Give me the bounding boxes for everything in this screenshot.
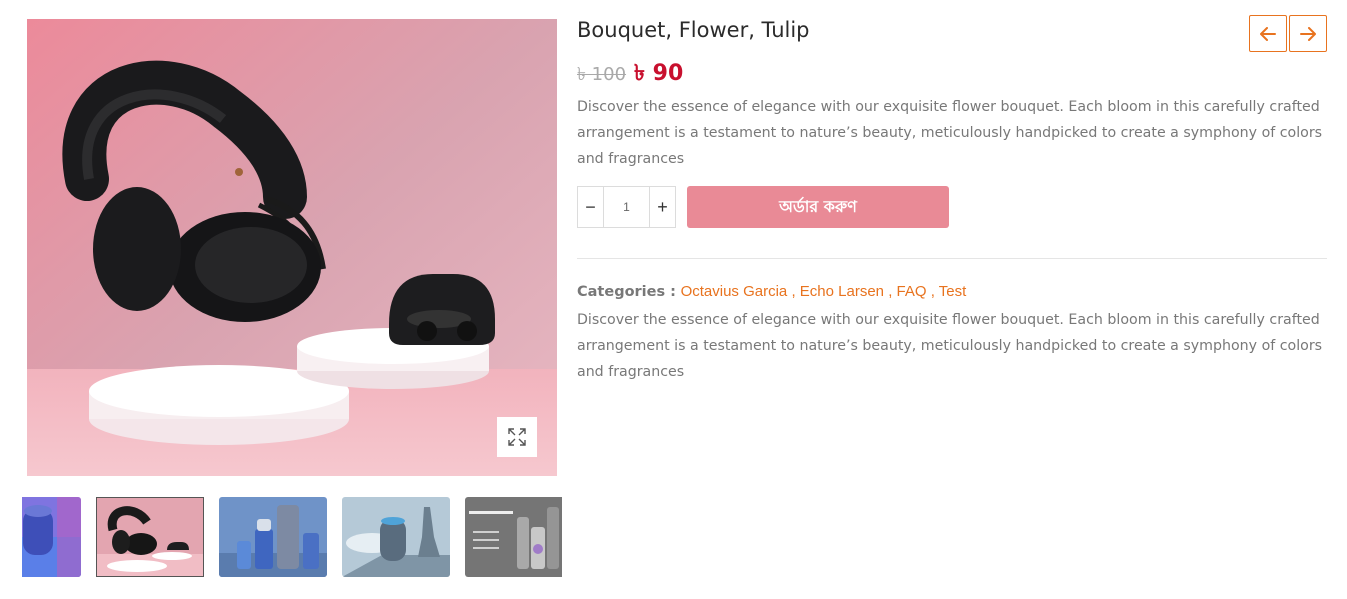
previous-product-button[interactable] xyxy=(1249,15,1287,52)
increase-quantity-button[interactable]: + xyxy=(650,187,675,227)
quantity-input[interactable] xyxy=(603,187,650,227)
headphones-photo xyxy=(27,19,557,476)
short-description: Discover the essence of elegance with ou… xyxy=(577,99,1323,167)
arrow-left-icon xyxy=(1260,26,1276,41)
quantity-stepper: − + xyxy=(577,186,676,228)
category-link[interactable]: Octavius Garcia xyxy=(681,283,788,300)
main-product-image[interactable] xyxy=(27,19,557,476)
thumbnail-smart-speaker[interactable] xyxy=(342,497,450,577)
price-row: ৳ 100 ৳ 90 xyxy=(577,56,683,93)
thumbnail-headphones[interactable] xyxy=(96,497,204,577)
thumbnail-strip xyxy=(22,497,562,577)
thumbnail-cosmetics[interactable] xyxy=(219,497,327,577)
zoom-button[interactable] xyxy=(497,417,537,457)
category-link[interactable]: FAQ xyxy=(897,283,927,300)
expand-icon xyxy=(508,428,526,446)
thumbnail-blue-speaker[interactable] xyxy=(22,497,81,577)
arrow-right-icon xyxy=(1300,26,1316,41)
category-link[interactable]: Test xyxy=(939,283,967,300)
regular-price: ৳ 100 xyxy=(577,64,627,85)
divider xyxy=(577,258,1327,259)
decrease-quantity-button[interactable]: − xyxy=(578,187,603,227)
sale-price: ৳ 90 xyxy=(634,61,684,86)
thumbnail-electronic-cigarette[interactable] xyxy=(465,497,562,577)
product-title: Bouquet, Flower, Tulip xyxy=(577,18,810,42)
order-button[interactable]: অর্ডার করুণ xyxy=(687,186,949,228)
next-product-button[interactable] xyxy=(1289,15,1327,52)
categories-label: Categories : xyxy=(577,284,676,300)
category-link[interactable]: Echo Larsen xyxy=(800,283,884,300)
categories-row: Categories : Octavius Garcia , Echo Lars… xyxy=(577,283,967,300)
long-description: Discover the essence of elegance with ou… xyxy=(577,312,1323,380)
